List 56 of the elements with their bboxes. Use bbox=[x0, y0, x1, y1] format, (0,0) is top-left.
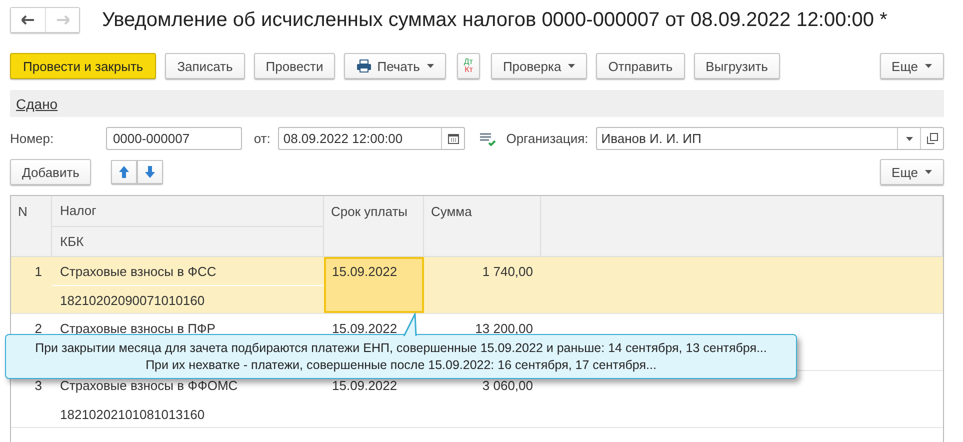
toolbar-button[interactable]: Отправить bbox=[596, 53, 685, 79]
table-cell: 2 bbox=[34, 321, 42, 336]
table-cell: 3 060,00 bbox=[482, 378, 533, 393]
dt-kt-button[interactable]: Дт Кт bbox=[456, 53, 480, 79]
up-arrow-icon bbox=[119, 166, 130, 178]
open-icon bbox=[926, 133, 938, 144]
date-label: от: bbox=[254, 131, 270, 146]
check-button[interactable]: Проверка bbox=[490, 53, 588, 79]
number-field[interactable]: 0000-000007 bbox=[106, 127, 242, 150]
more-button[interactable]: Еще bbox=[880, 53, 944, 79]
column-header: КБК bbox=[52, 226, 323, 256]
table-cell: Страховые взносы в ФСС bbox=[60, 264, 216, 279]
table-cell: 15.09.2022 bbox=[332, 378, 398, 393]
move-up-button[interactable] bbox=[111, 160, 138, 184]
toolbar-button[interactable]: Выгрузить bbox=[694, 53, 780, 79]
table-cell: 13 200,00 bbox=[475, 321, 533, 336]
caret-icon bbox=[925, 170, 932, 174]
tooltip-text: При их нехватке - платежи, совершенные после 15.09.2022: 16 сентября, 17 сентября... bbox=[146, 356, 656, 374]
column-header: Срок уплаты bbox=[324, 196, 424, 256]
caret-icon bbox=[925, 64, 932, 68]
dropdown-icon bbox=[906, 136, 912, 140]
column-header: N bbox=[11, 196, 52, 256]
post-and-close-button[interactable]: Провести и закрыть bbox=[10, 53, 156, 79]
back-button[interactable] bbox=[11, 8, 45, 32]
add-button[interactable]: Добавить bbox=[10, 159, 92, 185]
back-arrow-icon bbox=[21, 15, 35, 25]
down-arrow-icon bbox=[145, 166, 156, 178]
forward-arrow-icon bbox=[56, 15, 70, 25]
column-header: Сумма bbox=[424, 196, 541, 256]
caret-icon bbox=[568, 64, 576, 68]
status-link[interactable]: Сдано bbox=[16, 96, 58, 112]
organization-label: Организация: bbox=[506, 131, 588, 146]
table-cell: 15.09.2022 bbox=[332, 264, 398, 279]
table-cell: 3 bbox=[34, 378, 42, 393]
window-title: Уведомление об исчисленных суммах налогов 0000-000007 от 08.09.2022 12:00:00 * bbox=[102, 8, 888, 32]
number-label: Номер: bbox=[10, 131, 55, 146]
table-cell: 18210202101081013160 bbox=[60, 407, 205, 422]
table-cell: 1 740,00 bbox=[482, 264, 533, 279]
toolbar-button[interactable]: Записать bbox=[165, 53, 245, 79]
document-check-icon[interactable] bbox=[479, 132, 498, 146]
table-cell: Страховые взносы в ФФОМС bbox=[60, 378, 238, 393]
table-cell: 15.09.2022 bbox=[332, 321, 398, 336]
organization-field[interactable]: Иванов И. И. ИП bbox=[596, 127, 944, 150]
more-button[interactable]: Еще bbox=[880, 159, 944, 185]
table-cell: 18210202090071010160 bbox=[60, 293, 205, 308]
table-cell: Страховые взносы в ПФР bbox=[60, 321, 216, 336]
printer-icon bbox=[356, 59, 372, 73]
move-down-button[interactable] bbox=[137, 160, 164, 184]
date-field[interactable]: 08.09.2022 12:00:00 bbox=[278, 127, 466, 150]
table-cell: 1 bbox=[34, 264, 42, 279]
tooltip-text: При закрытии месяца для зачета подбираются платежи ЕНП, совершенные 15.09.2022 и раньше: 14 сентября, 13 сентября... bbox=[35, 340, 767, 356]
column-header: Налог bbox=[59, 202, 98, 220]
calendar-icon bbox=[448, 133, 459, 144]
caret-icon bbox=[426, 64, 434, 68]
print-button[interactable]: Печать bbox=[344, 53, 446, 79]
toolbar-button[interactable]: Провести bbox=[254, 53, 336, 79]
